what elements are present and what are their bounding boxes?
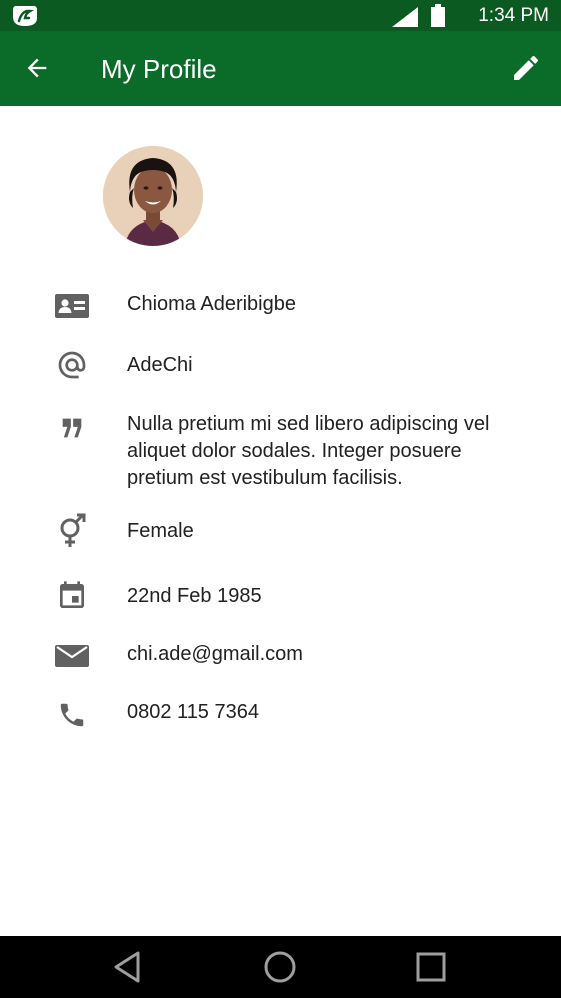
system-nav-bar xyxy=(0,936,561,998)
app-icon xyxy=(13,6,37,26)
at-sign-icon xyxy=(54,347,90,383)
profile-name: Chioma Aderibigbe xyxy=(127,293,296,315)
app-bar: My Profile xyxy=(0,31,561,106)
email-row: chi.ade@gmail.com xyxy=(0,638,561,674)
profile-phone: 0802 115 7364 xyxy=(127,701,259,723)
profile-birthdate: 22nd Feb 1985 xyxy=(127,585,262,607)
birthdate-row: 22nd Feb 1985 xyxy=(0,578,561,616)
edit-profile-button[interactable] xyxy=(501,43,551,93)
phone-icon xyxy=(54,697,90,733)
nav-back-button[interactable] xyxy=(109,949,145,985)
home-circle-icon xyxy=(264,951,296,983)
profile-gender: Female xyxy=(127,520,194,542)
clock-time: 1:34 PM xyxy=(478,5,549,26)
gender-icon xyxy=(54,513,90,549)
phone-row: 0802 115 7364 xyxy=(0,697,561,733)
nav-home-button[interactable] xyxy=(262,949,298,985)
calendar-icon xyxy=(54,578,90,614)
quote-icon xyxy=(54,410,90,446)
back-button[interactable] xyxy=(12,43,62,93)
nav-recents-button[interactable] xyxy=(413,949,449,985)
name-row: Chioma Aderibigbe xyxy=(0,289,561,325)
profile-username: AdeChi xyxy=(127,354,193,376)
email-icon xyxy=(54,638,90,674)
signal-icon xyxy=(392,7,418,27)
status-bar: 1:34 PM xyxy=(0,0,561,31)
id-card-icon xyxy=(54,289,90,325)
gender-row: Female xyxy=(0,513,561,553)
username-row: AdeChi xyxy=(0,347,561,383)
profile-bio: Nulla pretium mi sed libero adipiscing v… xyxy=(127,413,490,489)
bio-row: Nulla pretium mi sed libero adipiscing v… xyxy=(0,410,561,494)
recents-square-icon xyxy=(416,952,446,982)
arrow-left-icon xyxy=(27,58,47,78)
avatar-photo xyxy=(103,146,203,246)
page-title: My Profile xyxy=(101,54,217,84)
battery-icon xyxy=(431,4,445,27)
pencil-icon xyxy=(514,55,539,80)
profile-email: chi.ade@gmail.com xyxy=(127,643,303,665)
avatar xyxy=(103,146,203,246)
back-triangle-icon xyxy=(114,951,140,983)
